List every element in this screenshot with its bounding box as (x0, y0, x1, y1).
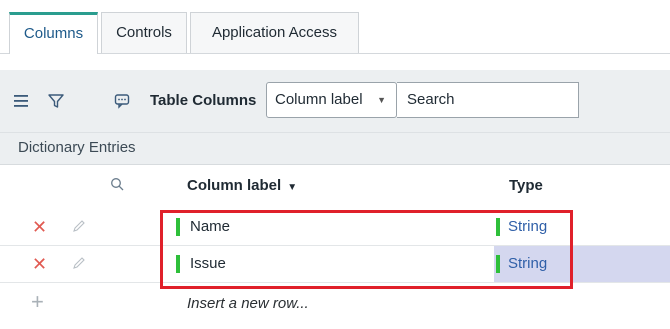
search-field-select[interactable]: Column label ▼ (266, 82, 397, 118)
cell-type-link[interactable]: String (496, 255, 547, 273)
cell-column-label[interactable]: Issue (176, 255, 226, 273)
tab-application-access[interactable]: Application Access (190, 12, 359, 53)
cell-type-link[interactable]: String (496, 218, 547, 236)
plus-icon[interactable]: + (31, 289, 44, 315)
tab-divider (0, 53, 670, 54)
search-input[interactable]: Search (397, 82, 579, 118)
breadcrumb-label[interactable]: Dictionary Entries (18, 139, 136, 156)
insert-row: + Insert a new row... (0, 283, 670, 329)
hamburger-menu-icon[interactable] (10, 90, 32, 112)
column-header-type[interactable]: Type (509, 177, 543, 194)
grid-header: Column label ▼ Type (0, 164, 670, 210)
column-header-label-text: Column label (187, 177, 282, 194)
delete-icon[interactable]: ✕ (32, 254, 47, 274)
search-field-value: Column label (275, 91, 363, 108)
edit-pencil-icon[interactable] (72, 256, 86, 270)
cell-column-label[interactable]: Name (176, 218, 230, 236)
tab-controls[interactable]: Controls (101, 12, 187, 53)
chevron-down-icon: ▼ (377, 95, 386, 105)
table-row: ✕ Issue String (0, 246, 670, 283)
tab-columns[interactable]: Columns (9, 12, 98, 54)
tab-bar: Columns Controls Application Access (0, 0, 670, 54)
table-row: ✕ Name String (0, 209, 670, 246)
list-title: Table Columns (150, 92, 257, 109)
delete-icon[interactable]: ✕ (32, 217, 47, 237)
search-icon[interactable] (110, 177, 126, 193)
filter-icon[interactable] (45, 90, 67, 112)
chat-bubble-icon[interactable] (111, 90, 133, 112)
insert-new-row[interactable]: Insert a new row... (187, 295, 309, 312)
list-toolbar: Table Columns Column label ▼ Search (0, 70, 670, 132)
sort-desc-icon: ▼ (287, 182, 298, 193)
breadcrumb: Dictionary Entries (0, 132, 670, 164)
edit-pencil-icon[interactable] (72, 219, 86, 233)
column-header-label[interactable]: Column label ▼ (187, 177, 297, 194)
